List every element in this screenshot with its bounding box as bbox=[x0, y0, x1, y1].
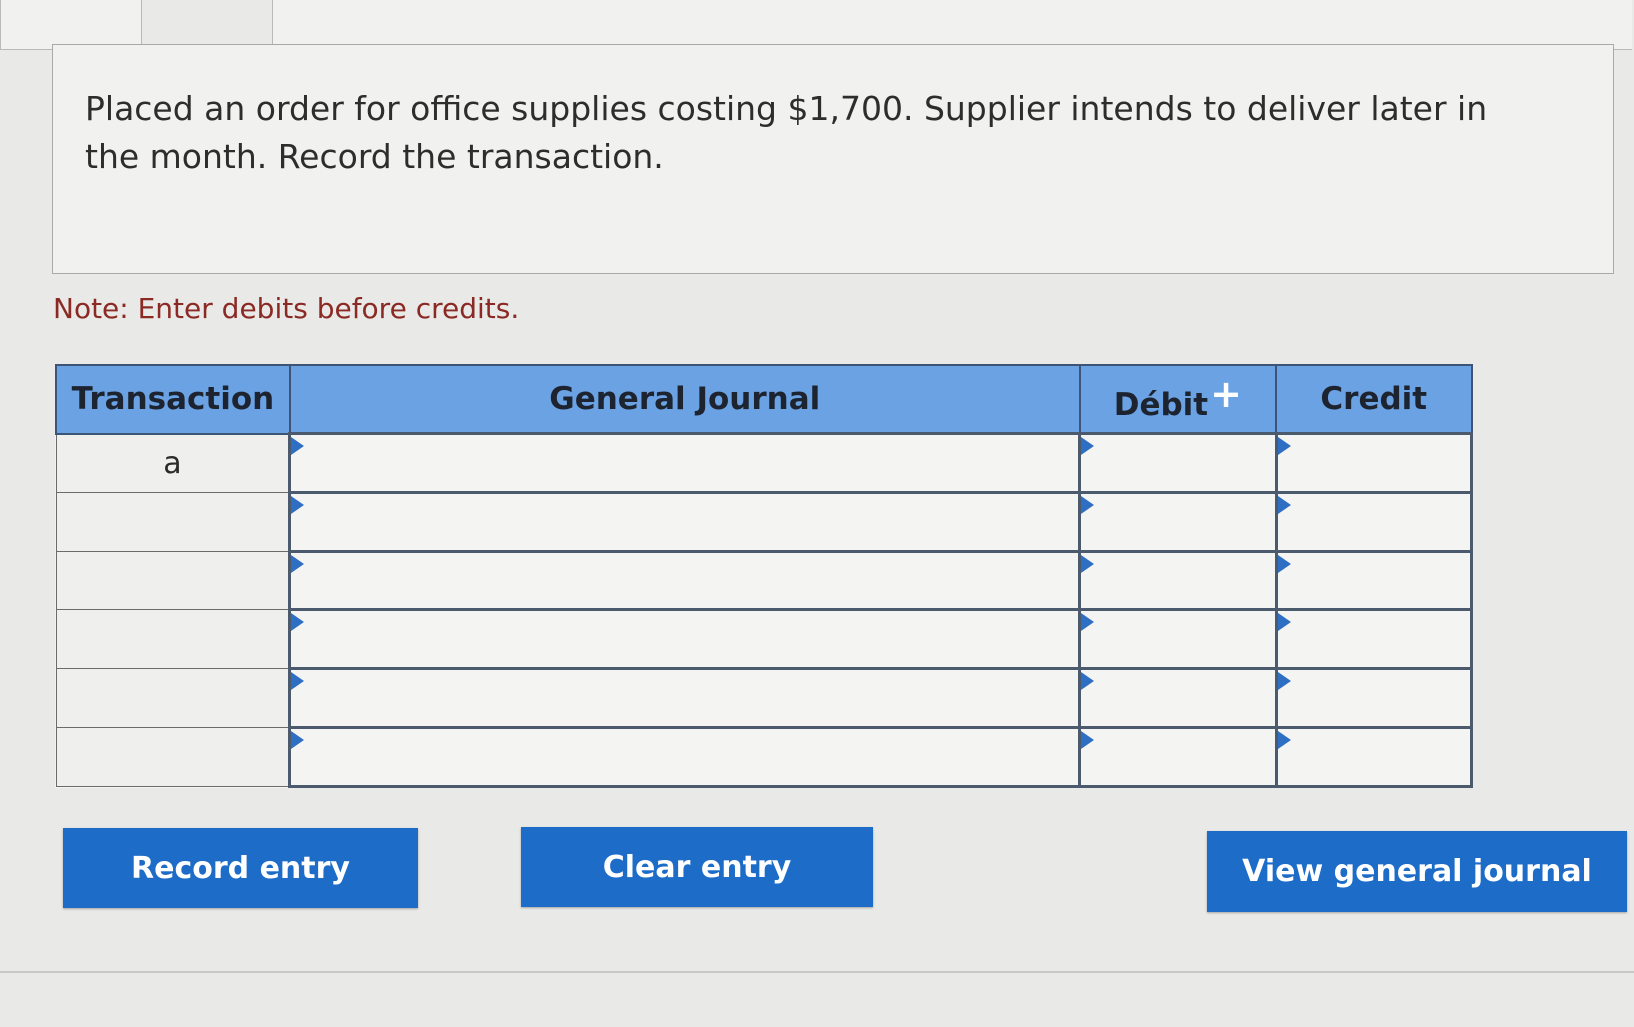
debit-cell[interactable] bbox=[1078, 726, 1278, 788]
triangle-marker-icon bbox=[291, 731, 305, 750]
account-select[interactable] bbox=[291, 729, 1079, 785]
account-cell[interactable] bbox=[288, 490, 1082, 553]
transaction-cell bbox=[55, 550, 291, 611]
transaction-cell: a bbox=[55, 433, 291, 493]
transaction-cell bbox=[55, 668, 291, 729]
credit-input[interactable] bbox=[1277, 729, 1470, 785]
triangle-marker-icon bbox=[1081, 672, 1095, 691]
question-box: Placed an order for office supplies cost… bbox=[52, 44, 1614, 274]
debit-input[interactable] bbox=[1081, 493, 1275, 550]
triangle-marker-icon bbox=[1081, 613, 1095, 632]
account-cell[interactable] bbox=[288, 667, 1082, 730]
top-tab-right bbox=[272, 0, 1632, 50]
general-journal-header: General Journal bbox=[288, 364, 1081, 435]
triangle-marker-icon bbox=[1277, 672, 1291, 691]
account-cell[interactable] bbox=[288, 549, 1082, 612]
triangle-marker-icon bbox=[291, 437, 305, 455]
plus-icon: + bbox=[1210, 372, 1242, 416]
table-header-row: Transaction General Journal Débit+ Credi… bbox=[55, 364, 1473, 435]
table-row bbox=[55, 667, 1474, 730]
table-row bbox=[55, 608, 1474, 671]
clear-entry-button[interactable]: Clear entry bbox=[521, 827, 873, 907]
account-select[interactable] bbox=[291, 670, 1079, 727]
transaction-cell bbox=[55, 491, 291, 552]
triangle-marker-icon bbox=[1081, 554, 1095, 573]
debit-cell[interactable] bbox=[1078, 608, 1278, 671]
record-entry-button[interactable]: Record entry bbox=[63, 828, 418, 908]
journal-entry-table: Transaction General Journal Débit+ Credi… bbox=[55, 364, 1474, 788]
account-select[interactable] bbox=[291, 611, 1079, 668]
account-cell[interactable] bbox=[288, 726, 1082, 788]
credit-input[interactable] bbox=[1277, 552, 1470, 609]
triangle-marker-icon bbox=[1081, 437, 1095, 455]
debit-input[interactable] bbox=[1081, 435, 1275, 491]
debit-header: Débit+ bbox=[1078, 364, 1278, 435]
transaction-header: Transaction bbox=[55, 364, 291, 435]
triangle-marker-icon bbox=[291, 613, 305, 632]
debit-cell[interactable] bbox=[1078, 549, 1278, 612]
triangle-marker-icon bbox=[1277, 495, 1291, 514]
credit-cell[interactable] bbox=[1274, 726, 1474, 788]
triangle-marker-icon bbox=[1277, 437, 1291, 455]
triangle-marker-icon bbox=[291, 672, 305, 691]
table-row bbox=[55, 490, 1474, 553]
question-text: Placed an order for office supplies cost… bbox=[85, 89, 1488, 176]
table-row bbox=[55, 726, 1474, 788]
debit-input[interactable] bbox=[1081, 611, 1275, 668]
triangle-marker-icon bbox=[291, 495, 305, 514]
account-select[interactable] bbox=[291, 552, 1079, 609]
credit-input[interactable] bbox=[1277, 435, 1470, 491]
credit-cell[interactable] bbox=[1274, 608, 1474, 671]
credit-header: Credit bbox=[1275, 364, 1473, 435]
triangle-marker-icon bbox=[291, 554, 305, 573]
triangle-marker-icon bbox=[1081, 731, 1095, 750]
note-text: Note: Enter debits before credits. bbox=[53, 292, 520, 325]
credit-cell[interactable] bbox=[1274, 432, 1474, 494]
credit-cell[interactable] bbox=[1274, 667, 1474, 730]
bottom-divider bbox=[0, 971, 1634, 973]
debit-cell[interactable] bbox=[1078, 490, 1278, 553]
account-select[interactable] bbox=[291, 435, 1079, 491]
credit-input[interactable] bbox=[1277, 611, 1470, 668]
account-cell[interactable] bbox=[288, 432, 1082, 494]
credit-cell[interactable] bbox=[1274, 490, 1474, 553]
top-tab-left bbox=[0, 0, 142, 50]
debit-header-label: Débit bbox=[1113, 387, 1209, 423]
triangle-marker-icon bbox=[1277, 554, 1291, 573]
table-row: a bbox=[55, 432, 1474, 494]
credit-input[interactable] bbox=[1277, 493, 1470, 550]
transaction-cell bbox=[55, 609, 291, 670]
account-select[interactable] bbox=[291, 493, 1079, 550]
triangle-marker-icon bbox=[1277, 731, 1291, 750]
credit-input[interactable] bbox=[1277, 670, 1470, 727]
table-row bbox=[55, 549, 1474, 612]
account-cell[interactable] bbox=[288, 608, 1082, 671]
credit-cell[interactable] bbox=[1274, 549, 1474, 612]
debit-cell[interactable] bbox=[1078, 667, 1278, 730]
debit-input[interactable] bbox=[1081, 670, 1275, 727]
view-general-journal-button[interactable]: View general journal bbox=[1207, 831, 1627, 912]
triangle-marker-icon bbox=[1081, 495, 1095, 514]
triangle-marker-icon bbox=[1277, 613, 1291, 632]
debit-cell[interactable] bbox=[1078, 432, 1278, 494]
transaction-cell bbox=[55, 727, 291, 787]
debit-input[interactable] bbox=[1081, 729, 1275, 785]
debit-input[interactable] bbox=[1081, 552, 1275, 609]
